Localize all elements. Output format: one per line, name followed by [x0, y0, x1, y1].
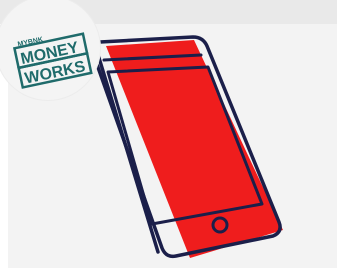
- page: MYBNK MONEY WORKS: [0, 0, 337, 268]
- phone-body-fill: [106, 40, 283, 258]
- money-works-logo: MYBNK MONEY WORKS: [12, 32, 93, 89]
